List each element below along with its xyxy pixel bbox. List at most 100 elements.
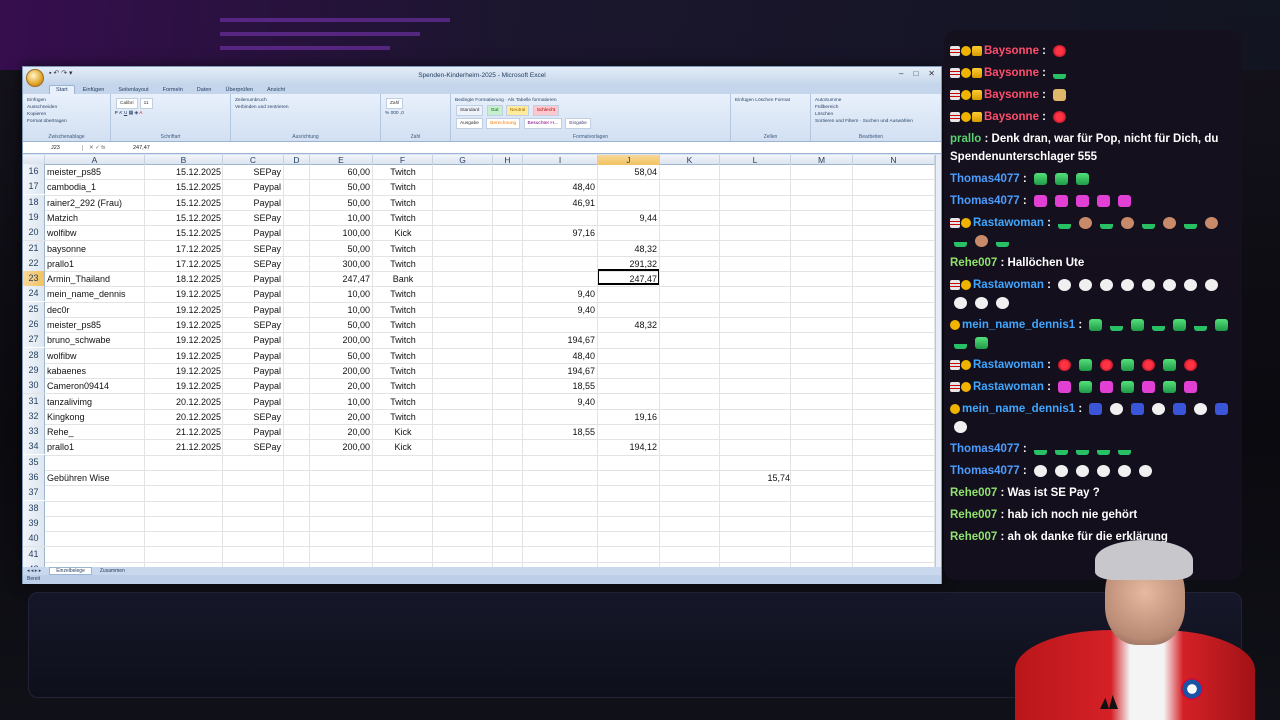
chat-username[interactable]: Rastawoman (973, 359, 1044, 371)
table-row[interactable]: 23 Armin_Thailand 18.12.2025 Paypal 247,47 Ba… (23, 271, 935, 288)
chat-username[interactable]: Rehe007 (950, 257, 997, 269)
style-neutral[interactable]: Neutral (505, 105, 530, 116)
chat-username[interactable]: Baysonne (984, 89, 1039, 101)
tab-start[interactable]: Start (49, 85, 75, 94)
chat-username[interactable]: Rehe007 (950, 487, 997, 499)
row-number[interactable]: 29 (23, 362, 45, 378)
table-row[interactable]: 29 kabaenes 19.12.2025 Paypal 200,00 Twitch 19… (23, 362, 935, 380)
column-header-a[interactable]: A (45, 155, 145, 165)
table-row[interactable]: 21 baysonne 17.12.2025 SEPay 50,00 Twitch 48,3… (23, 240, 935, 257)
table-row[interactable]: 35 (23, 454, 935, 471)
row-number[interactable]: 39 (23, 515, 45, 531)
paste-button[interactable]: Einfügen (27, 97, 106, 104)
minimize-button[interactable]: – (899, 69, 903, 78)
copy-button[interactable]: Kopieren (27, 111, 106, 118)
row-number[interactable]: 26 (23, 317, 45, 332)
row-number[interactable]: 21 (23, 240, 45, 256)
chat-username[interactable]: Rastawoman (973, 381, 1044, 393)
name-box[interactable]: J23 (23, 144, 83, 151)
chat-username[interactable]: Thomas4077 (950, 173, 1020, 185)
row-number[interactable]: 17 (23, 179, 45, 195)
number-buttons[interactable]: % 000 ,0 (385, 110, 446, 117)
cut-button[interactable]: Ausschneiden (27, 104, 106, 111)
row-number[interactable]: 35 (23, 454, 45, 470)
sort-filter-button[interactable]: Sortieren und Filtern (815, 119, 858, 124)
chat-username[interactable]: mein_name_dennis1 (962, 403, 1075, 415)
table-row[interactable]: 16 meister_ps85 15.12.2025 SEPay 60,00 Twitch… (23, 164, 935, 181)
table-row[interactable]: 32 Kingkong 20.12.2025 SEPay 20,00 Twitch 19,1… (23, 408, 935, 426)
format-painter-button[interactable]: Format übertragen (27, 118, 106, 125)
row-number[interactable]: 22 (23, 255, 45, 271)
format-buttons[interactable]: F K U ▦ ◈ A (115, 110, 226, 117)
column-header-h[interactable]: H (493, 155, 523, 165)
column-header-i[interactable]: I (523, 155, 598, 165)
maximize-button[interactable]: □ (913, 69, 918, 78)
conditional-format-button[interactable]: Bedingte Formatierung (455, 98, 504, 103)
style-berechnung[interactable]: Berechnung (486, 118, 521, 129)
table-row[interactable]: 37 (23, 485, 935, 502)
chat-username[interactable]: Thomas4077 (950, 443, 1020, 455)
table-row[interactable]: 19 Matzich 15.12.2025 SEPay 10,00 Twitch 9,44 (23, 209, 935, 227)
column-header-d[interactable]: D (284, 155, 310, 165)
tab-insert[interactable]: Einfügen (77, 86, 111, 94)
table-row[interactable]: 24 mein_name_dennis 19.12.2025 Paypal 10,00 T… (23, 286, 935, 303)
table-row[interactable]: 18 rainer2_292 (Frau) 15.12.2025 Paypal 50,0… (23, 194, 935, 211)
font-name-select[interactable]: Calibri (116, 98, 138, 109)
column-header-g[interactable]: G (433, 155, 493, 165)
tab-formulas[interactable]: Formeln (157, 86, 189, 94)
insert-cells-button[interactable]: Einfügen (735, 98, 754, 103)
table-row[interactable]: 26 meister_ps85 19.12.2025 SEPay 50,00 Twitch… (23, 317, 935, 334)
row-number[interactable]: 28 (23, 347, 45, 363)
close-button[interactable]: ✕ (928, 69, 935, 78)
column-header-l[interactable]: L (720, 155, 791, 165)
column-header-n[interactable]: N (853, 155, 935, 165)
style-schlecht[interactable]: Schlecht (532, 105, 560, 116)
chat-username[interactable]: Baysonne (984, 67, 1039, 79)
row-number[interactable]: 19 (23, 209, 45, 225)
style-gut[interactable]: Gut (486, 105, 503, 116)
chat-username[interactable]: Baysonne (984, 45, 1039, 57)
tab-review[interactable]: Überprüfen (219, 86, 259, 94)
row-number[interactable]: 34 (23, 439, 45, 455)
column-header-m[interactable]: M (791, 155, 853, 165)
row-number[interactable]: 33 (23, 424, 45, 440)
autosum-button[interactable]: AutoSumme (815, 97, 927, 104)
style-besucht[interactable]: Besuchter H... (523, 118, 562, 129)
row-number[interactable]: 31 (23, 393, 45, 409)
quick-access-toolbar[interactable]: ▪ ↶ ↷ ▾ (49, 69, 73, 77)
row-number[interactable]: 30 (23, 378, 45, 394)
table-row[interactable]: 28 wolfibw 19.12.2025 Paypal 50,00 Twitch 48,4… (23, 347, 935, 364)
table-row[interactable]: 38 (23, 500, 935, 517)
font-size-select[interactable]: 11 (139, 98, 153, 109)
row-number[interactable]: 40 (23, 531, 45, 547)
row-number[interactable]: 25 (23, 301, 45, 317)
row-number[interactable]: 20 (23, 225, 45, 241)
chat-username[interactable]: mein_name_dennis1 (962, 319, 1075, 331)
style-standard[interactable]: Standard (456, 105, 484, 116)
table-row[interactable]: 20 wolfibw 15.12.2025 Paypal 100,00 Kick 97,16 (23, 225, 935, 242)
sheet-tab-zusammen[interactable]: Zusammen (100, 568, 125, 574)
number-format-select[interactable]: Zahl (386, 98, 404, 109)
row-number[interactable]: 16 (23, 164, 45, 179)
table-row[interactable]: 31 tanzalivimg 20.12.2025 Paypal 10,00 Twitch… (23, 393, 935, 410)
table-row[interactable]: 40 (23, 531, 935, 548)
row-number[interactable]: 27 (23, 332, 45, 348)
chat-username[interactable]: prallo (950, 133, 981, 145)
table-row[interactable]: 30 Cameron09414 19.12.2025 Paypal 20,00 Twitc… (23, 378, 935, 395)
row-number[interactable]: 41 (23, 546, 45, 562)
spreadsheet-grid[interactable]: ABCDEFGHIJKLMN 16 meister_ps85 15.12.2025 S… (23, 155, 941, 567)
chat-username[interactable]: Thomas4077 (950, 465, 1020, 477)
sheet-tab-einzelbelege[interactable]: Einzelbelege (49, 567, 92, 575)
table-row[interactable]: 17 cambodia_1 15.12.2025 Paypal 50,00 Twitch 4… (23, 179, 935, 196)
row-number[interactable]: 24 (23, 286, 45, 302)
table-row[interactable]: 22 prallo1 17.12.2025 SEPay 300,00 Twitch 291,… (23, 255, 935, 273)
table-row[interactable]: 34 prallo1 21.12.2025 SEPay 200,00 Kick 194,12 (23, 439, 935, 456)
table-row[interactable]: 39 (23, 515, 935, 533)
column-header-c[interactable]: C (223, 155, 284, 165)
sheet-nav-icon[interactable]: ◂ ◂ ▸ ▸ (27, 568, 41, 574)
delete-cells-button[interactable]: Löschen (755, 98, 773, 103)
table-row[interactable]: 36 Gebühren Wise 15,74 (23, 470, 935, 487)
formula-input[interactable]: 247,47 (133, 145, 150, 151)
clear-button[interactable]: Löschen (815, 111, 927, 118)
row-number[interactable]: 37 (23, 485, 45, 501)
